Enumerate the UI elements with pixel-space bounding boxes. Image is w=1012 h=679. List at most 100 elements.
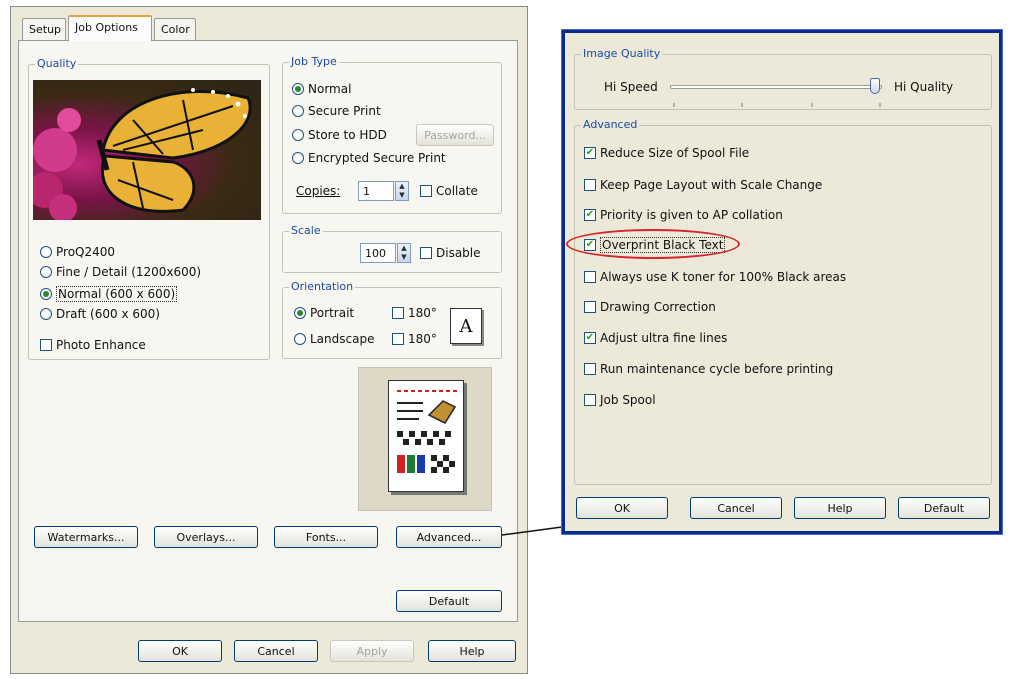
quality-option-normal[interactable]: Normal (600 x 600)	[40, 286, 178, 302]
landscape-label: Landscape	[310, 332, 375, 346]
quality-option-fine-detail[interactable]: Fine / Detail (1200x600)	[40, 265, 201, 279]
quality-option-draft[interactable]: Draft (600 x 600)	[40, 307, 160, 321]
orientation-legend: Orientation	[289, 280, 356, 293]
image-quality-legend: Image Quality	[581, 47, 663, 60]
butterfly-image	[33, 88, 252, 220]
option-label: Keep Page Layout with Scale Change	[600, 178, 823, 192]
radio-icon	[292, 129, 304, 141]
copies-label: Copies:	[296, 184, 340, 198]
option-label: Priority is given to AP collation	[600, 208, 783, 222]
radio-icon	[292, 152, 304, 164]
radio-icon	[40, 246, 52, 258]
job-type-normal[interactable]: Normal	[292, 82, 351, 96]
quality-option-label: Fine / Detail (1200x600)	[56, 265, 202, 279]
scale-input[interactable]: 100	[360, 243, 396, 263]
priority-ap-collation-checkbox[interactable]: ✔ Priority is given to AP collation	[584, 208, 783, 222]
radio-selected-icon	[294, 307, 306, 319]
copies-spinner[interactable]: ▲ ▼	[395, 181, 409, 201]
password-button[interactable]: Password...	[416, 124, 494, 146]
checkbox-icon	[584, 363, 596, 375]
quality-option-label: Draft (600 x 600)	[56, 307, 160, 321]
quality-option-label: ProQ2400	[56, 245, 116, 259]
default-button[interactable]: Default	[396, 590, 502, 612]
orientation-portrait[interactable]: Portrait	[294, 306, 354, 320]
option-label: Drawing Correction	[600, 300, 716, 314]
checkmark-icon: ✔	[584, 332, 596, 344]
overlays-button[interactable]: Overlays...	[154, 526, 258, 548]
job-type-label: Encrypted Secure Print	[308, 151, 446, 165]
rotate-label: 180°	[408, 332, 437, 346]
option-label: Adjust ultra fine lines	[600, 331, 728, 345]
keep-page-layout-checkbox[interactable]: Keep Page Layout with Scale Change	[584, 178, 822, 192]
scale-spinner[interactable]: ▲ ▼	[397, 243, 411, 263]
advanced-default-button[interactable]: Default	[898, 497, 990, 519]
checkbox-icon	[584, 179, 596, 191]
reduce-spool-size-checkbox[interactable]: ✔ Reduce Size of Spool File	[584, 146, 749, 160]
hi-speed-label: Hi Speed	[604, 80, 658, 94]
fonts-button[interactable]: Fonts...	[274, 526, 378, 548]
advanced-ok-button[interactable]: OK	[576, 497, 668, 519]
spin-down-icon: ▼	[401, 253, 407, 261]
job-type-legend: Job Type	[289, 55, 339, 68]
always-k-toner-checkbox[interactable]: Always use K toner for 100% Black areas	[584, 270, 846, 284]
watermarks-button[interactable]: Watermarks...	[34, 526, 138, 548]
spin-up-icon: ▲	[399, 182, 405, 190]
option-label: Always use K toner for 100% Black areas	[600, 270, 847, 284]
callout-connector	[501, 526, 563, 536]
orientation-page-icon: A	[450, 308, 482, 344]
help-button[interactable]: Help	[428, 640, 516, 662]
advanced-button[interactable]: Advanced...	[396, 526, 502, 548]
photo-enhance-checkbox[interactable]: Photo Enhance	[40, 338, 146, 352]
slider-ticks-art	[673, 103, 881, 107]
quality-option-label: Normal (600 x 600)	[56, 286, 178, 302]
option-label: Reduce Size of Spool File	[600, 146, 750, 160]
radio-selected-icon	[40, 288, 52, 300]
job-type-secure-print[interactable]: Secure Print	[292, 104, 381, 118]
checkbox-icon	[584, 301, 596, 313]
collate-checkbox[interactable]: Collate	[420, 184, 478, 198]
disable-scale-checkbox[interactable]: Disable	[420, 246, 481, 260]
tab-setup[interactable]: Setup	[22, 18, 66, 40]
hi-quality-text: Hi Quality	[894, 80, 954, 94]
copies-label-text: Copies:	[296, 184, 341, 198]
tab-color[interactable]: Color	[154, 18, 196, 40]
apply-button[interactable]: Apply	[330, 640, 414, 662]
orientation-landscape[interactable]: Landscape	[294, 332, 374, 346]
disable-scale-label: Disable	[436, 246, 481, 260]
option-label: Run maintenance cycle before printing	[600, 362, 834, 376]
tab-job-options[interactable]: Job Options	[68, 15, 152, 41]
preview-page-icon	[388, 380, 464, 492]
quality-option-proq2400[interactable]: ProQ2400	[40, 245, 115, 259]
hi-quality-label: Hi Quality	[894, 80, 953, 94]
quality-preview-image	[33, 80, 261, 220]
checkmark-icon: ✔	[584, 147, 596, 159]
rotate-180-landscape-checkbox[interactable]: 180°	[392, 332, 437, 346]
portrait-label: Portrait	[310, 306, 355, 320]
run-maintenance-cycle-checkbox[interactable]: Run maintenance cycle before printing	[584, 362, 833, 376]
checkmark-icon: ✔	[584, 209, 596, 221]
job-spool-checkbox[interactable]: Job Spool	[584, 393, 656, 407]
option-label: Job Spool	[600, 393, 656, 407]
checkbox-icon	[40, 339, 52, 351]
hi-speed-text: Hi Speed	[604, 80, 658, 94]
checkbox-icon	[584, 394, 596, 406]
advanced-help-button[interactable]: Help	[794, 497, 886, 519]
highlight-ellipse	[566, 229, 740, 259]
adjust-ultra-fine-lines-checkbox[interactable]: ✔ Adjust ultra fine lines	[584, 331, 727, 345]
image-quality-slider-thumb[interactable]	[870, 78, 880, 94]
cancel-button[interactable]: Cancel	[234, 640, 318, 662]
rotate-label: 180°	[408, 306, 437, 320]
slider-ticks	[672, 96, 882, 107]
drawing-correction-checkbox[interactable]: Drawing Correction	[584, 300, 716, 314]
photo-enhance-label: Photo Enhance	[56, 338, 146, 352]
copies-input[interactable]: 1	[358, 181, 394, 201]
orientation-letter: A	[459, 315, 473, 337]
image-quality-slider-track[interactable]	[670, 85, 882, 89]
checkbox-icon	[420, 247, 432, 259]
job-type-encrypted-secure-print[interactable]: Encrypted Secure Print	[292, 151, 446, 165]
job-type-store-to-hdd[interactable]: Store to HDD	[292, 128, 387, 142]
collate-label: Collate	[436, 184, 478, 198]
advanced-cancel-button[interactable]: Cancel	[690, 497, 782, 519]
ok-button[interactable]: OK	[138, 640, 222, 662]
rotate-180-portrait-checkbox[interactable]: 180°	[392, 306, 437, 320]
